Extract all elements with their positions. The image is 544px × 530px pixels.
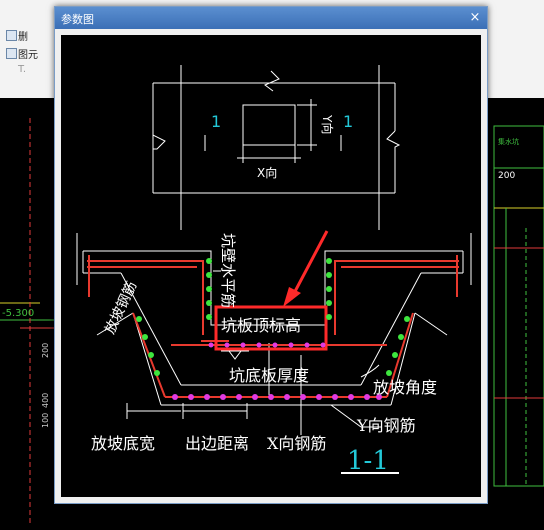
y-rebar-label: Y向钢筋 (356, 416, 416, 435)
background-drawing-right: 集水坑 200 (486, 98, 544, 526)
pit-bottom-thickness-label: 坑底板厚度 (229, 366, 309, 385)
svg-text:400: 400 (41, 393, 50, 408)
edge-distance-label: 出边距离 (185, 434, 249, 453)
pit-drawing: 1 1 X向 Y向 坑壁水平筋 坑板顶标高 坑底板厚度 放坡角度 Y向钢筋 放坡… (76, 65, 472, 476)
close-button[interactable]: × (467, 10, 483, 25)
slope-bottom-width-label: 放坡底宽 (91, 434, 155, 453)
dialog-title: 参数图 (61, 13, 94, 26)
dim-200-label: 200 (498, 171, 515, 181)
plan-left-mark: 1 (211, 112, 221, 131)
plan-x-label: X向 (257, 165, 277, 180)
slope-rebar-label: 放坡钢筋 (101, 279, 140, 337)
ribbon-item-element[interactable]: 图元 (18, 46, 38, 61)
ribbon-item-delete[interactable]: 删 (18, 28, 28, 43)
pit-slab-top-elevation-label: 坑板顶标高 (221, 316, 301, 335)
x-rebar-label: X向钢筋 (267, 434, 326, 453)
elevation-label: -5.300 (2, 308, 34, 319)
svg-text:100: 100 (41, 413, 50, 428)
background-drawing-left: -5.300 200 400 100 (0, 98, 55, 526)
parameter-diagram-dialog[interactable]: 参数图 × 1 1 X向 Y向 坑壁水平筋 坑板顶标高 坑底板厚度 放坡角度 Y… (54, 6, 488, 504)
delete-icon[interactable] (6, 30, 17, 41)
plan-y-label: Y向 (320, 114, 335, 134)
dialog-titlebar[interactable]: 参数图 × (55, 7, 487, 29)
svg-text:200: 200 (41, 343, 50, 358)
wall-horizontal-rebar-label: 坑壁水平筋 (219, 233, 237, 308)
parameter-drawing-canvas: 1 1 X向 Y向 坑壁水平筋 坑板顶标高 坑底板厚度 放坡角度 Y向钢筋 放坡… (61, 35, 481, 497)
plan-right-mark: 1 (343, 112, 353, 131)
slope-angle-label: 放坡角度 (373, 378, 437, 397)
element-icon[interactable] (6, 48, 17, 59)
section-id-label: 1-1 (347, 446, 389, 476)
red-arrow (283, 230, 329, 307)
ribbon-item-text[interactable]: T. (18, 64, 26, 75)
svg-text:集水坑: 集水坑 (498, 137, 519, 146)
